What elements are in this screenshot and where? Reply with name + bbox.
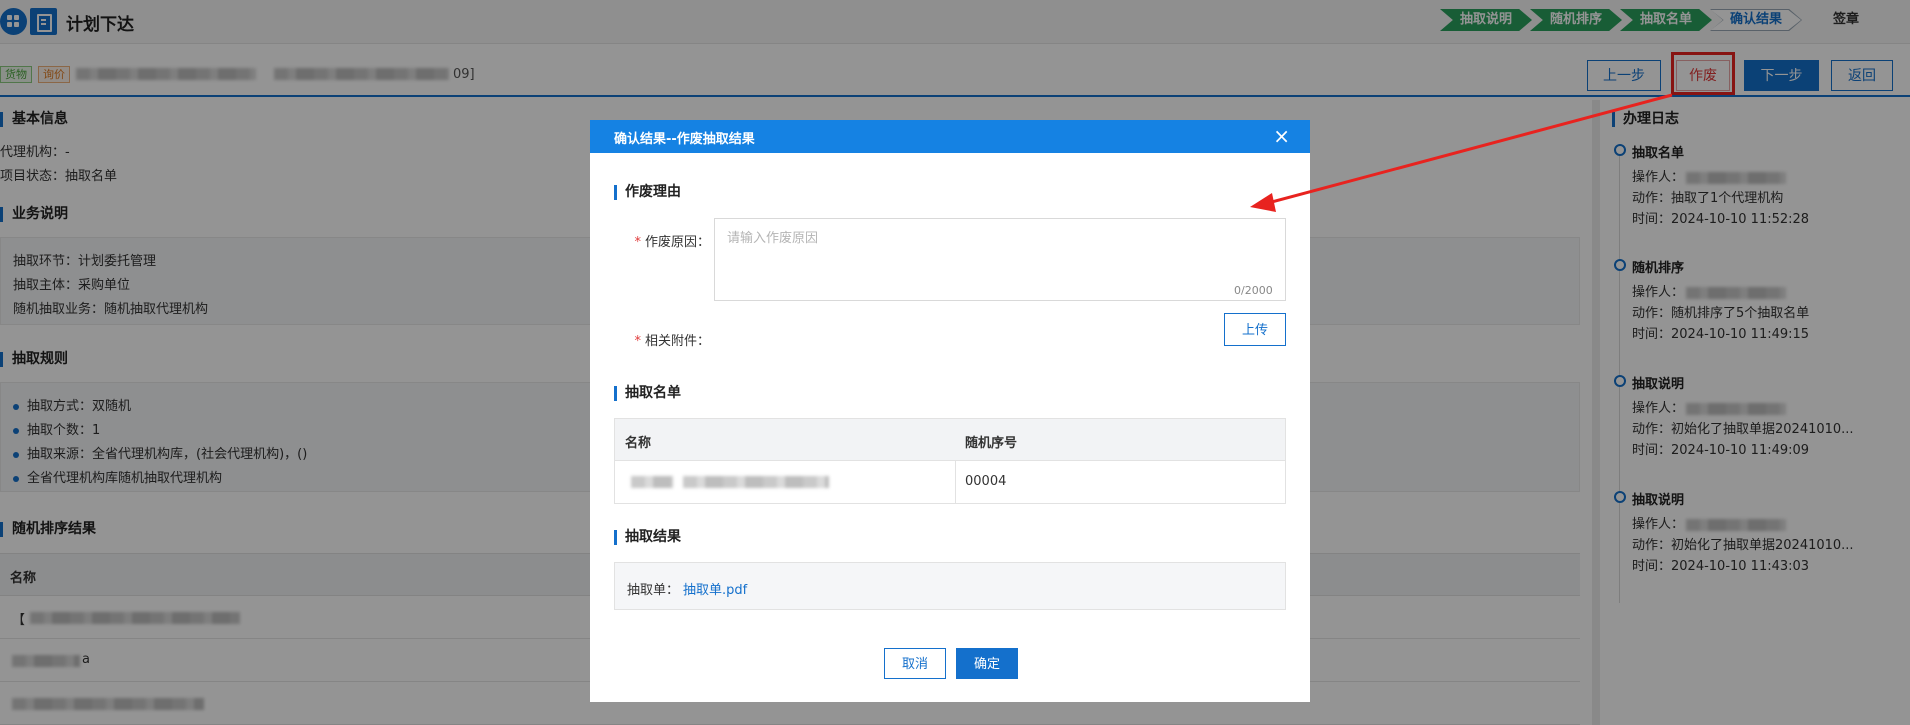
arrow-head-icon [1250, 193, 1276, 212]
annotation-arrow [1250, 93, 1673, 212]
arrow-line [1267, 93, 1673, 205]
